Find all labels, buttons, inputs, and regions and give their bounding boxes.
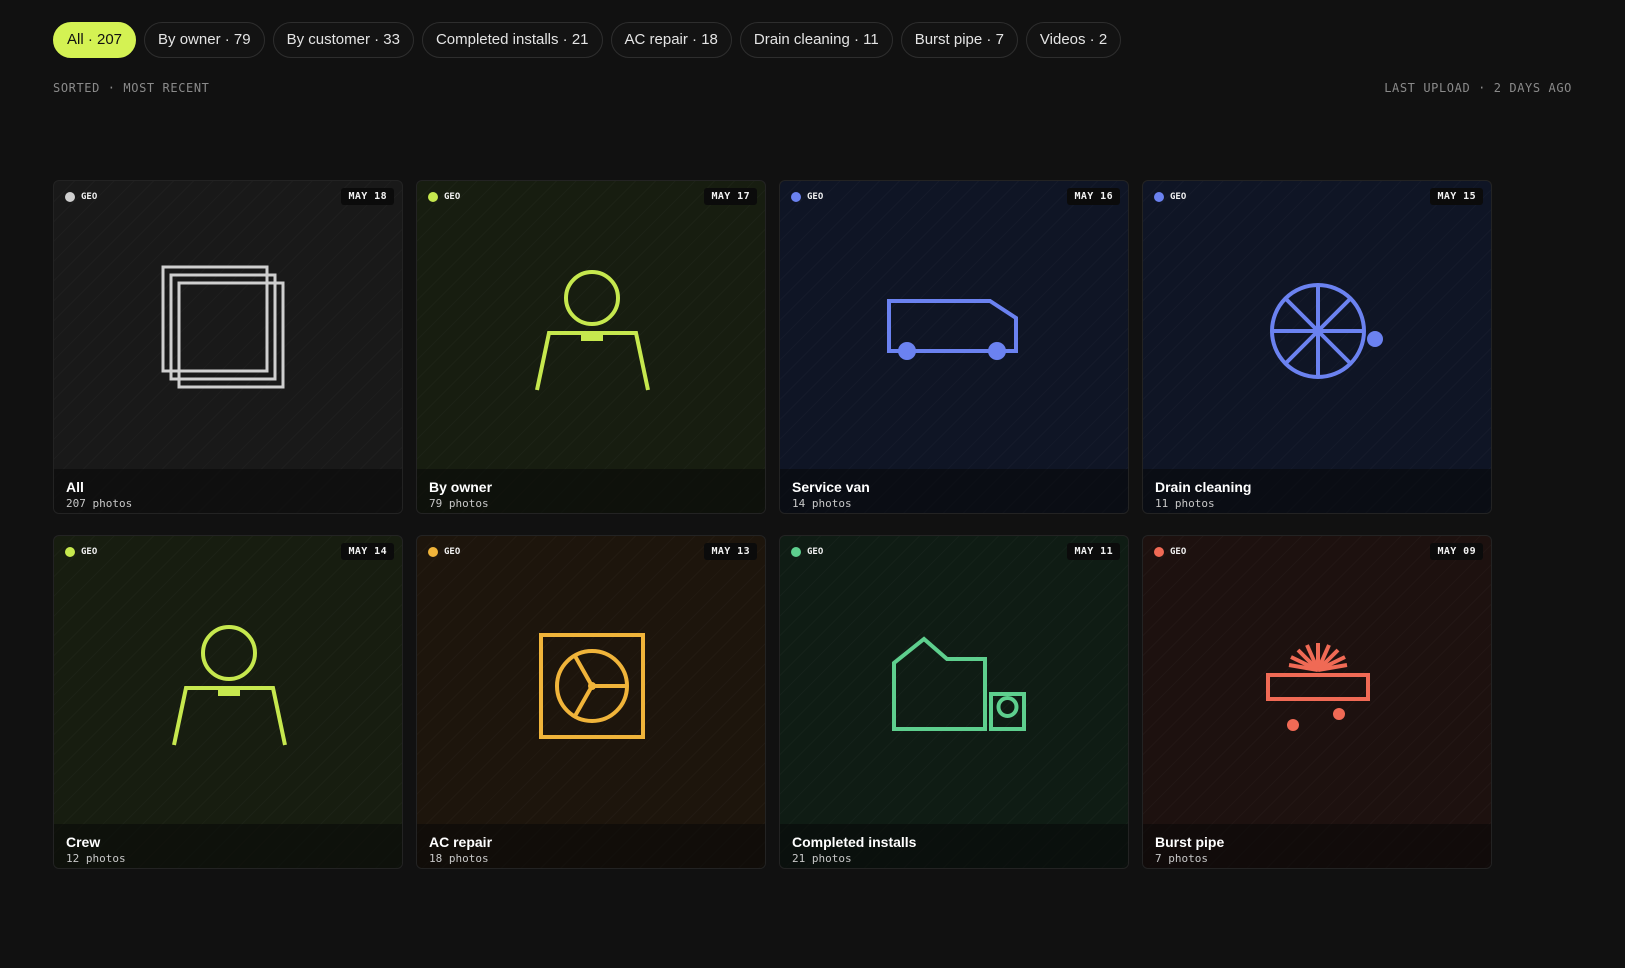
- filter-chip-drain-cleaning[interactable]: Drain cleaning · 11: [739, 22, 893, 58]
- album-card-ac-repair[interactable]: GEO MAY 13 AC repair 18 photos: [416, 535, 766, 869]
- album-footer: Burst pipe 7 photos: [1143, 824, 1491, 868]
- album-date: MAY 15: [1430, 188, 1483, 205]
- album-footer: By owner 79 photos: [417, 469, 765, 513]
- album-title: Burst pipe: [1155, 834, 1225, 850]
- filter-chip-bar: All · 207 By owner · 79 By customer · 33…: [53, 22, 1122, 58]
- album-title: All: [66, 479, 84, 495]
- geo-dot: [791, 192, 801, 202]
- geo-label: GEO: [1170, 192, 1187, 202]
- album-title: Crew: [66, 834, 101, 850]
- album-date: MAY 13: [704, 543, 757, 560]
- album-date: MAY 18: [341, 188, 394, 205]
- album-date: MAY 16: [1067, 188, 1120, 205]
- geo-label: GEO: [81, 547, 98, 557]
- van-icon: [887, 299, 1018, 360]
- geo-label: GEO: [807, 192, 824, 202]
- album-gallery-page: All · 207 By owner · 79 By customer · 33…: [0, 0, 1625, 968]
- album-footer: All 207 photos: [54, 469, 402, 513]
- album-footer: Service van 14 photos: [780, 469, 1128, 513]
- geo-badge: GEO: [791, 547, 823, 557]
- geo-label: GEO: [1170, 547, 1187, 557]
- album-title: Service van: [792, 479, 870, 495]
- geo-label: GEO: [444, 547, 461, 557]
- geo-badge: GEO: [428, 192, 460, 202]
- geo-dot: [428, 192, 438, 202]
- ac-fan-icon: [539, 633, 645, 739]
- album-footer: Drain cleaning 11 photos: [1143, 469, 1491, 513]
- album-photo-count: 12 photos: [66, 852, 126, 865]
- album-footer: AC repair 18 photos: [417, 824, 765, 868]
- album-title: Drain cleaning: [1155, 479, 1252, 495]
- geo-dot: [1154, 547, 1164, 557]
- album-card-completed-installs[interactable]: GEO MAY 11 Completed installs 21 photos: [779, 535, 1129, 869]
- album-photo-count: 79 photos: [429, 497, 489, 510]
- album-photo-count: 7 photos: [1155, 852, 1208, 865]
- filter-chip-all[interactable]: All · 207: [53, 22, 137, 58]
- geo-badge: GEO: [65, 192, 97, 202]
- album-footer: Crew 12 photos: [54, 824, 402, 868]
- album-date: MAY 14: [341, 543, 394, 560]
- geo-dot: [65, 192, 75, 202]
- geo-badge: GEO: [65, 547, 97, 557]
- geo-label: GEO: [807, 547, 824, 557]
- person-icon: [172, 625, 287, 746]
- geo-label: GEO: [444, 192, 461, 202]
- filter-chip-completed-installs[interactable]: Completed installs · 21: [421, 22, 603, 58]
- filter-chip-burst-pipe[interactable]: Burst pipe · 7: [900, 22, 1018, 58]
- album-title: By owner: [429, 479, 493, 495]
- person-icon: [535, 270, 650, 391]
- album-photo-count: 21 photos: [792, 852, 852, 865]
- burst-pipe-icon: [1266, 643, 1370, 731]
- geo-dot: [1154, 192, 1164, 202]
- filter-chip-by-customer[interactable]: By customer · 33: [272, 22, 414, 58]
- geo-dot: [791, 547, 801, 557]
- album-date: MAY 17: [704, 188, 757, 205]
- album-card-by-owner[interactable]: GEO MAY 17 By owner 79 photos: [416, 180, 766, 514]
- drain-wheel-icon: [1270, 283, 1383, 379]
- last-upload-indicator: LAST UPLOAD · 2 DAYS AGO: [1384, 81, 1572, 95]
- album-card-service-van[interactable]: GEO MAY 16 Service van 14 photos: [779, 180, 1129, 514]
- stacked-photos-icon: [161, 265, 285, 389]
- geo-badge: GEO: [428, 547, 460, 557]
- house-unit-icon: [892, 636, 1026, 731]
- filter-chip-videos[interactable]: Videos · 2: [1025, 22, 1122, 58]
- geo-label: GEO: [81, 192, 98, 202]
- geo-dot: [428, 547, 438, 557]
- album-grid: GEO MAY 18 All 207 photos GEO MAY 17 By …: [53, 180, 1492, 869]
- album-footer: Completed installs 21 photos: [780, 824, 1128, 868]
- album-date: MAY 09: [1430, 543, 1483, 560]
- album-photo-count: 14 photos: [792, 497, 852, 510]
- album-title: Completed installs: [792, 834, 917, 850]
- album-card-all[interactable]: GEO MAY 18 All 207 photos: [53, 180, 403, 514]
- filter-chip-by-owner[interactable]: By owner · 79: [144, 22, 265, 58]
- geo-badge: GEO: [1154, 547, 1186, 557]
- geo-badge: GEO: [791, 192, 823, 202]
- album-card-drain-cleaning[interactable]: GEO MAY 15 Drain cleaning 11 photos: [1142, 180, 1492, 514]
- filter-chip-ac-repair[interactable]: AC repair · 18: [610, 22, 732, 58]
- album-date: MAY 11: [1067, 543, 1120, 560]
- album-card-burst-pipe[interactable]: GEO MAY 09 Burst pipe 7 photos: [1142, 535, 1492, 869]
- album-card-crew[interactable]: GEO MAY 14 Crew 12 photos: [53, 535, 403, 869]
- geo-dot: [65, 547, 75, 557]
- album-photo-count: 207 photos: [66, 497, 133, 510]
- album-title: AC repair: [429, 834, 493, 850]
- album-photo-count: 18 photos: [429, 852, 489, 865]
- album-photo-count: 11 photos: [1155, 497, 1215, 510]
- sort-indicator: SORTED · MOST RECENT: [53, 81, 210, 95]
- geo-badge: GEO: [1154, 192, 1186, 202]
